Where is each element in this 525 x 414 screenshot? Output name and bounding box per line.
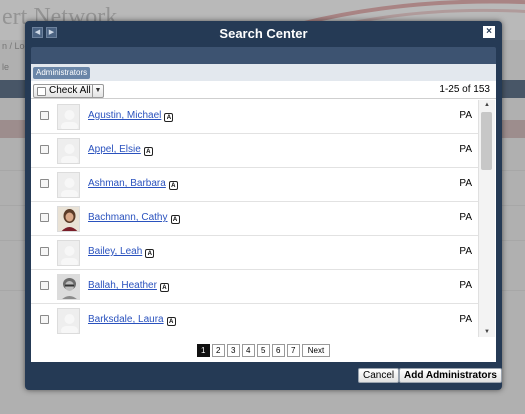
results-list: Agustin, Michael A PA Appel, Elsie A PA As…	[31, 100, 478, 337]
avatar	[57, 172, 80, 198]
list-item: Bachmann, Cathy A PA	[31, 202, 478, 236]
person-name-link[interactable]: Ballah, Heather A	[88, 280, 169, 292]
avatar	[57, 206, 80, 232]
list-item: Ballah, Heather A PA	[31, 270, 478, 304]
page-button-1[interactable]: 1	[196, 344, 210, 357]
row-checkbox[interactable]	[40, 213, 49, 222]
list-item: Ashman, Barbara A PA	[31, 168, 478, 202]
avatar	[57, 104, 80, 130]
person-name-link[interactable]: Bachmann, Cathy A	[88, 212, 180, 224]
row-checkbox[interactable]	[40, 281, 49, 290]
state-label: PA	[459, 144, 472, 155]
pagination: 1 2 3 4 5 6 7 Next	[31, 344, 496, 358]
results-panel: Administrators Check All ▼ 1-25 of 153 A…	[31, 64, 496, 362]
list-item: Bailey, Leah A PA	[31, 236, 478, 270]
avatar	[57, 274, 80, 300]
dialog-titlebar: ◀ ▶ Search Center ×	[25, 21, 502, 47]
page-button-2[interactable]: 2	[211, 344, 225, 357]
filter-bar: Administrators	[31, 64, 496, 81]
chevron-down-icon[interactable]: ▼	[92, 85, 103, 97]
results-scrollbar[interactable]: ▲ ▼	[478, 100, 495, 337]
page-button-3[interactable]: 3	[226, 344, 240, 357]
state-label: PA	[459, 280, 472, 291]
page-button-4[interactable]: 4	[241, 344, 255, 357]
list-item: Agustin, Michael A PA	[31, 100, 478, 134]
admin-badge-icon: A	[166, 317, 176, 326]
avatar	[57, 138, 80, 164]
check-all-label: Check All	[49, 85, 91, 96]
person-name-link[interactable]: Agustin, Michael A	[88, 110, 174, 122]
person-name-link[interactable]: Barksdale, Laura A	[88, 314, 176, 326]
filter-chip-administrators[interactable]: Administrators	[33, 67, 91, 79]
page-button-5[interactable]: 5	[256, 344, 270, 357]
avatar	[57, 308, 80, 334]
check-all-button[interactable]: Check All ▼	[33, 84, 104, 98]
row-checkbox[interactable]	[40, 179, 49, 188]
dialog-title: Search Center	[219, 26, 308, 41]
result-range: 1-25 of 153	[439, 84, 490, 95]
add-administrators-button[interactable]: Add Administrators	[399, 368, 502, 383]
state-label: PA	[459, 110, 472, 121]
admin-badge-icon: A	[164, 113, 174, 122]
list-item: Barksdale, Laura A PA	[31, 304, 478, 337]
state-label: PA	[459, 246, 472, 257]
admin-badge-icon: A	[143, 147, 153, 156]
admin-badge-icon: A	[168, 181, 178, 190]
dialog-header-strip	[31, 47, 496, 64]
state-label: PA	[459, 178, 472, 189]
admin-badge-icon: A	[170, 215, 180, 224]
scroll-up-icon[interactable]: ▲	[484, 102, 490, 108]
row-checkbox[interactable]	[40, 247, 49, 256]
admin-badge-icon: A	[145, 249, 155, 258]
person-name-link[interactable]: Ashman, Barbara A	[88, 178, 178, 190]
row-checkbox[interactable]	[40, 111, 49, 120]
row-checkbox[interactable]	[40, 315, 49, 324]
page-button-7[interactable]: 7	[286, 344, 300, 357]
search-center-dialog: ◀ ▶ Search Center × Administrators Check…	[25, 21, 502, 390]
person-name-link[interactable]: Bailey, Leah A	[88, 246, 155, 258]
cancel-button[interactable]: Cancel	[358, 368, 400, 383]
scrollbar-thumb[interactable]	[481, 112, 492, 170]
avatar	[57, 240, 80, 266]
close-icon[interactable]: ×	[483, 26, 495, 38]
scroll-down-icon[interactable]: ▼	[484, 329, 490, 335]
state-label: PA	[459, 212, 472, 223]
results-toolbar: Check All ▼ 1-25 of 153	[31, 82, 496, 99]
row-checkbox[interactable]	[40, 145, 49, 154]
next-page-button[interactable]: Next	[301, 344, 331, 357]
check-all-checkbox[interactable]	[37, 87, 46, 96]
admin-badge-icon: A	[159, 283, 169, 292]
list-item: Appel, Elsie A PA	[31, 134, 478, 168]
state-label: PA	[459, 314, 472, 325]
page-button-6[interactable]: 6	[271, 344, 285, 357]
person-name-link[interactable]: Appel, Elsie A	[88, 144, 153, 156]
